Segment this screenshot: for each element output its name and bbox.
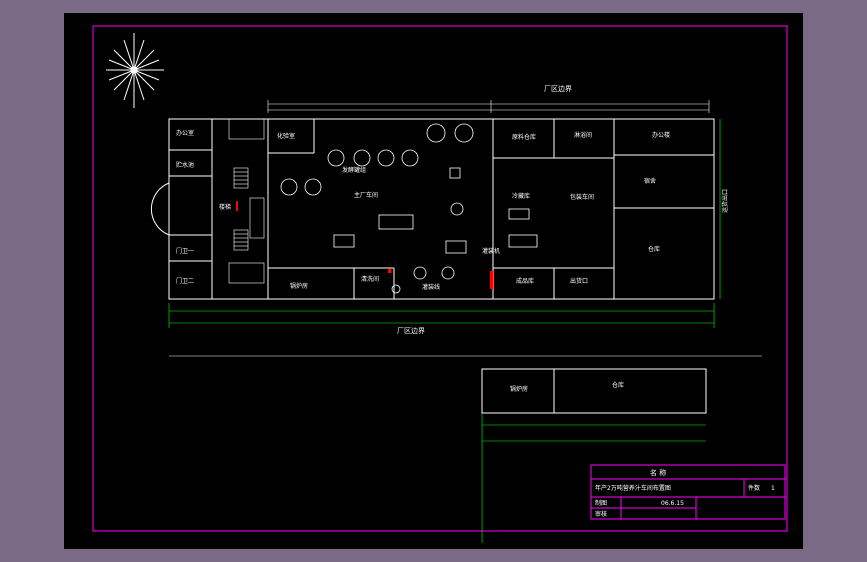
- right-side-label: 运货出口: [721, 189, 729, 213]
- room-label-storage: 贮水池: [176, 161, 194, 169]
- top-dimension-label: 厂区边界: [544, 84, 572, 93]
- bottom-dimension-label: 厂区边界: [397, 326, 425, 335]
- room-label-warehouse: 仓库: [648, 245, 660, 253]
- title-block: [590, 464, 786, 520]
- title-block-name-label: 名 称: [650, 468, 666, 477]
- title-block-title: 年产2万吨营养汁车间布置图: [595, 484, 671, 492]
- room-label-dorm: 宿舍: [644, 177, 656, 185]
- room-label-raw: 原料仓库: [512, 133, 536, 141]
- top-dimension: [267, 100, 710, 113]
- title-block-checked-label: 审核: [595, 510, 607, 518]
- title-block-sheet-value: 1: [771, 485, 775, 492]
- room-label-door2: 门卫二: [176, 277, 194, 285]
- room-label-lab: 化验室: [277, 132, 295, 140]
- room-label-fermenter: 发酵罐组: [342, 166, 366, 174]
- cad-drawing-canvas: 厂区边界 运货出口 厂区边界 办公室 贮水池 门卫一 门卫二 楼梯 化验室 主厂…: [64, 13, 803, 549]
- entrance-arc: [150, 182, 170, 236]
- floor-plan-svg: 厂区边界 运货出口 厂区边界 办公室 贮水池 门卫一 门卫二 楼梯 化验室 主厂…: [92, 25, 788, 543]
- room-label-boiler: 锅炉房: [290, 282, 308, 290]
- title-block-drawn-label: 制图: [595, 499, 607, 507]
- room-label-lower-left: 锅炉房: [510, 385, 528, 393]
- room-label-workshop: 主厂车间: [354, 191, 378, 199]
- bottom-dimension: [168, 303, 715, 328]
- room-label-fill2: 灌装线: [422, 283, 440, 291]
- room-label-stairs: 楼梯: [219, 203, 231, 211]
- room-label-cold: 冷藏库: [512, 192, 530, 200]
- room-label-office1: 办公室: [176, 129, 194, 137]
- room-label-wash: 清洗间: [361, 275, 379, 283]
- stairs: [228, 118, 265, 284]
- equipment-boxes: [333, 167, 538, 254]
- building-walls: [168, 118, 715, 300]
- room-label-outlet: 出货口: [570, 277, 588, 285]
- room-label-finished: 成品库: [516, 277, 534, 285]
- title-block-date: 06.6.15: [661, 500, 684, 507]
- drawing-frame: [92, 25, 788, 532]
- north-star-icon: [106, 33, 164, 108]
- room-label-door1: 门卫一: [176, 247, 194, 255]
- room-label-filling: 灌装机: [482, 247, 500, 255]
- title-block-sheet-label: 件数: [748, 484, 760, 492]
- room-label-lower-right: 仓库: [612, 381, 624, 389]
- room-label-canteen: 办公楼: [652, 131, 670, 139]
- room-label-packing: 包装车间: [570, 193, 594, 201]
- lower-dimension: [481, 413, 706, 543]
- room-label-shower: 淋浴间: [574, 131, 592, 139]
